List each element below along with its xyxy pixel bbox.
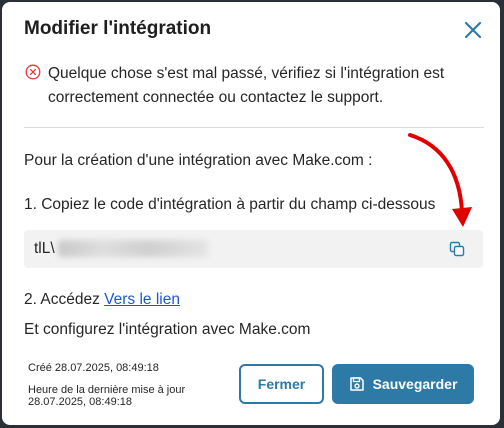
intro-text: Pour la création d'une intégration avec … bbox=[24, 152, 373, 169]
updated-timestamp: Heure de la dernière mise à jour 28.07.2… bbox=[28, 384, 218, 408]
copy-icon[interactable] bbox=[449, 241, 465, 257]
close-icon[interactable] bbox=[461, 18, 485, 42]
edit-integration-modal: Modifier l'intégration Quelque chose s'e… bbox=[2, 2, 500, 425]
error-circle-icon bbox=[25, 64, 41, 80]
cancel-button-label: Fermer bbox=[257, 376, 306, 392]
modal-title: Modifier l'intégration bbox=[24, 18, 212, 39]
step2-link[interactable]: Vers le lien bbox=[104, 291, 180, 308]
updated-label: Heure de la dernière mise à jour bbox=[28, 384, 186, 396]
error-message: Quelque chose s'est mal passé, vérifiez … bbox=[48, 65, 445, 106]
save-button[interactable]: Sauvegarder bbox=[332, 364, 474, 404]
integration-code-blurred bbox=[58, 240, 208, 257]
integration-code-prefix: tlL\ bbox=[34, 240, 55, 257]
step1-text: 1. Copiez le code d'intégration à partir… bbox=[24, 196, 436, 213]
step3-text: Et configurez l'intégration avec Make.co… bbox=[24, 321, 311, 338]
annotation-arrow-icon bbox=[408, 133, 472, 227]
save-disk-icon bbox=[349, 377, 364, 391]
save-button-label: Sauvegarder bbox=[372, 376, 458, 392]
created-timestamp: Créé 28.07.2025, 08:49:18 bbox=[28, 362, 159, 374]
step2-text: 2. Accédez Vers le lien bbox=[24, 291, 180, 309]
updated-value: 28.07.2025, 08:49:18 bbox=[28, 396, 132, 408]
cancel-button[interactable]: Fermer bbox=[239, 364, 324, 404]
step2-prefix: 2. Accédez bbox=[24, 291, 105, 308]
